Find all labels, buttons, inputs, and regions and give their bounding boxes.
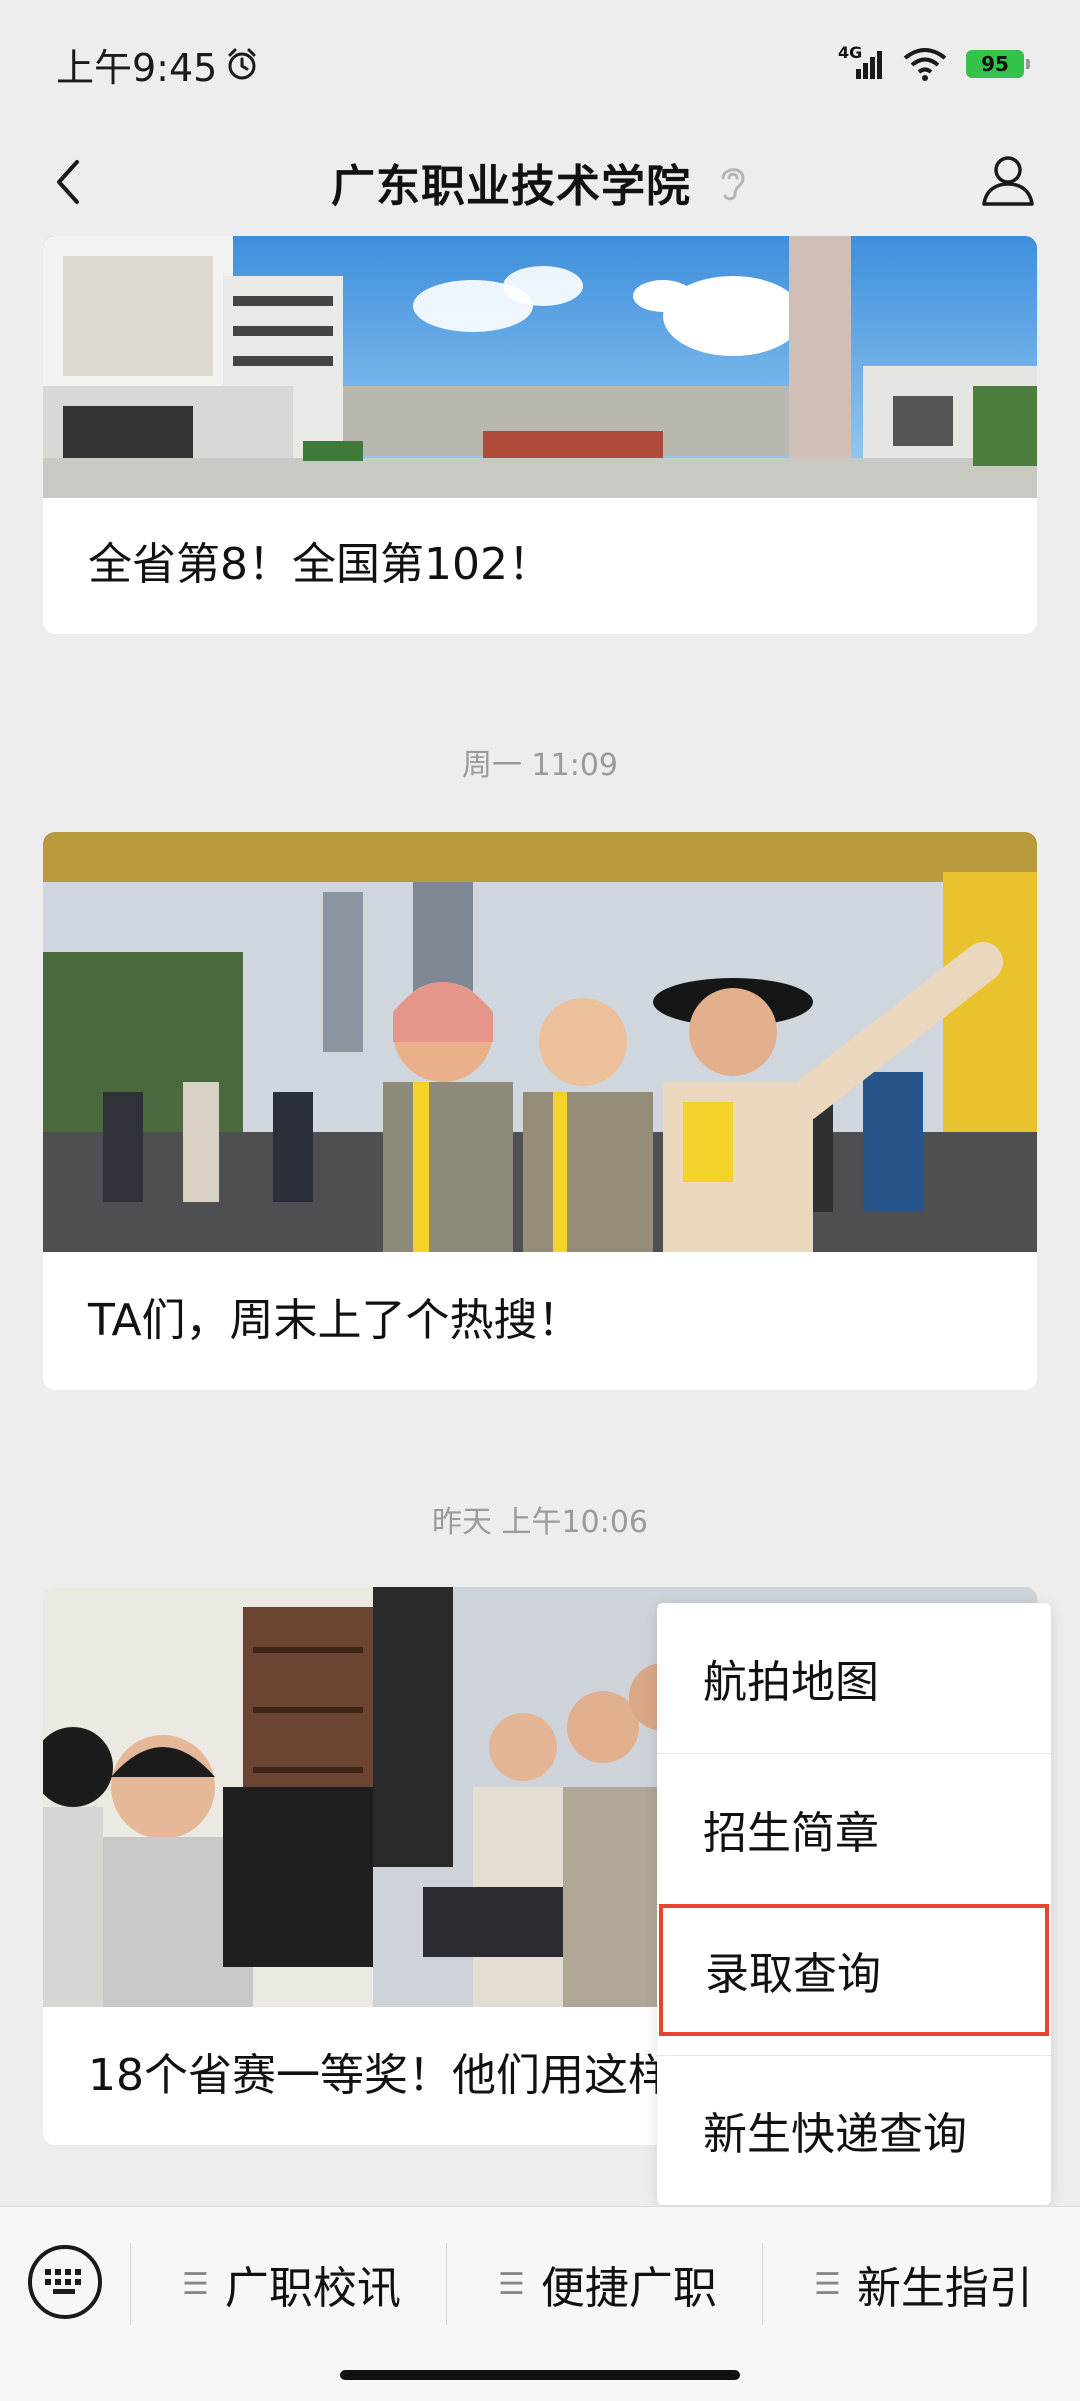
page-title: 广东职业技术学院: [331, 161, 691, 212]
status-left: 上午9:45: [56, 37, 259, 92]
menu-item-aerial-map[interactable]: 航拍地图: [657, 1603, 1051, 1753]
article-card[interactable]: 全省第8！全国第102！: [43, 236, 1037, 634]
article-title: TA们，周末上了个热搜！: [88, 1295, 582, 1346]
article-title: 18个省赛一等奖！他们用这样: [88, 2050, 672, 2101]
ear-icon: [717, 162, 749, 202]
keyboard-icon: [45, 2269, 81, 2294]
submenu-popup: 航拍地图 招生简章 录取查询 新生快递查询: [657, 1603, 1051, 2205]
menu-lines-icon: ☰: [498, 2266, 525, 2302]
message-timestamp: 周一 11:09: [462, 748, 618, 783]
menu-lines-icon: ☰: [182, 2266, 209, 2302]
cellular-signal-icon: 4G: [838, 43, 884, 81]
menu-item-admission-query[interactable]: 录取查询: [659, 1904, 1049, 2036]
keyboard-toggle-button[interactable]: [28, 2245, 102, 2319]
article-cover-image: [43, 832, 1037, 1252]
home-indicator[interactable]: [340, 2370, 740, 2380]
person-icon: [982, 156, 1034, 206]
tab-label: 新生指引: [856, 2263, 1033, 2314]
network-type: 4G: [838, 43, 863, 62]
battery-icon: 95: [966, 50, 1030, 78]
battery-level: 95: [981, 52, 1009, 76]
status-right: 4G 95: [838, 43, 1030, 82]
back-arrow-icon: [57, 160, 79, 204]
message-timestamp: 昨天 上午10:06: [432, 1505, 648, 1540]
tab-convenient-services[interactable]: ☰ 便捷广职: [498, 2247, 717, 2321]
nav-bar: 广东职业技术学院: [0, 128, 1080, 236]
back-button[interactable]: [40, 154, 96, 210]
tab-campus-news[interactable]: ☰ 广职校讯: [182, 2247, 401, 2321]
tab-label: 便捷广职: [540, 2263, 717, 2314]
article-cover-image: [43, 236, 1037, 498]
article-card[interactable]: TA们，周末上了个热搜！: [43, 832, 1037, 1390]
wifi-icon: [902, 46, 948, 82]
menu-item-admission-brochure[interactable]: 招生简章: [657, 1754, 1051, 1904]
menu-lines-icon: ☰: [814, 2266, 841, 2302]
tab-divider: [762, 2243, 763, 2325]
tab-divider: [130, 2243, 131, 2325]
alarm-icon: [225, 47, 259, 81]
status-bar: 上午9:45 4G 95: [0, 0, 1080, 128]
tab-divider: [446, 2243, 447, 2325]
article-title: 全省第8！全国第102！: [88, 539, 552, 590]
tab-label: 广职校讯: [224, 2263, 401, 2314]
profile-button[interactable]: [976, 148, 1040, 212]
menu-item-freshman-express-query[interactable]: 新生快递查询: [657, 2055, 1051, 2205]
status-time: 上午9:45: [56, 45, 218, 90]
tab-freshman-guide[interactable]: ☰ 新生指引: [814, 2247, 1033, 2321]
